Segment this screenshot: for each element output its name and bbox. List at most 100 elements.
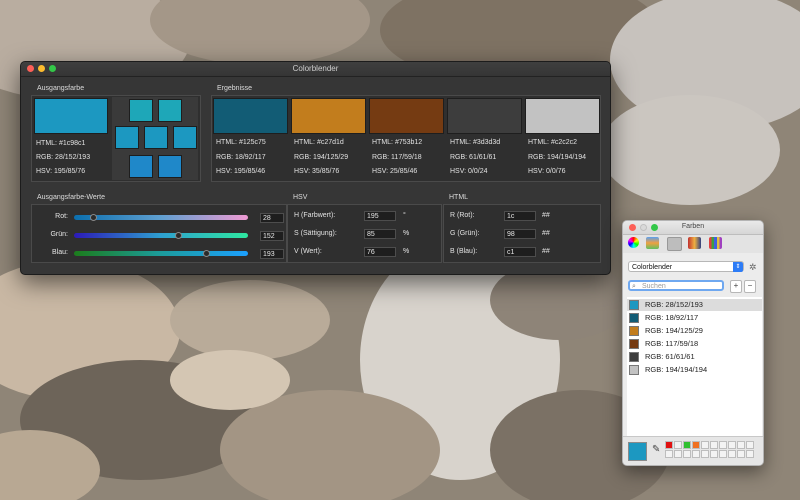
palette-select-value: Colorblender (632, 264, 673, 271)
swatch-well[interactable] (701, 441, 709, 449)
result-hsv: HSV: 35/85/76 (294, 168, 340, 175)
swatch-well[interactable] (710, 441, 718, 449)
color-list-item[interactable]: RGB: 194/194/194 (627, 364, 762, 376)
html-hex-input[interactable]: 1c (504, 211, 536, 221)
color-chip (629, 339, 639, 349)
result-html: HTML: #c2c2c2 (528, 139, 578, 146)
source-html: HTML: #1c98c1 (36, 140, 86, 147)
result-html: HTML: #753b12 (372, 139, 423, 146)
section-values-label: Ausgangsfarbe-Werte (37, 194, 105, 201)
colors-titlebar[interactable]: Farben (623, 221, 763, 235)
color-list-item[interactable]: RGB: 194/125/29 (627, 325, 762, 337)
swatch-well[interactable] (701, 450, 709, 458)
result-html: HTML: #3d3d3d (450, 139, 501, 146)
result-color-swatch[interactable] (447, 98, 522, 134)
html-hex-input[interactable]: c1 (504, 247, 536, 257)
swatch-well[interactable] (746, 441, 754, 449)
swatch-well[interactable] (665, 450, 673, 458)
source-hsv: HSV: 195/85/76 (36, 168, 86, 175)
image-palettes-icon[interactable] (688, 237, 701, 249)
color-chip (629, 326, 639, 336)
result-color-swatch[interactable] (369, 98, 444, 134)
result-hsv: HSV: 25/85/46 (372, 168, 418, 175)
result-color-swatch[interactable] (525, 98, 600, 134)
slider-knob[interactable] (203, 250, 211, 257)
result-rgb: RGB: 117/59/18 (372, 154, 422, 161)
color-sliders-icon[interactable] (646, 237, 659, 249)
color-chip (629, 300, 639, 310)
color-list-item[interactable]: RGB: 18/92/117 (627, 312, 762, 324)
color-list-item[interactable]: RGB: 117/59/18 (627, 338, 762, 350)
color-list: RGB: 28/152/193 RGB: 18/92/117 RGB: 194/12… (627, 297, 762, 437)
variant-swatch[interactable] (158, 99, 182, 122)
chevron-updown-icon: ⇕ (733, 262, 743, 272)
color-list-item[interactable]: RGB: 61/61/61 (627, 351, 762, 363)
swatch-well[interactable] (746, 450, 754, 458)
swatch-well[interactable] (674, 441, 682, 449)
remove-color-button[interactable]: − (744, 280, 756, 293)
swatch-well[interactable] (683, 441, 691, 449)
html-hex-input[interactable]: 98 (504, 229, 536, 239)
slider-knob[interactable] (175, 232, 183, 239)
color-palettes-icon[interactable] (667, 237, 682, 251)
slider-knob[interactable] (90, 214, 98, 221)
hsv-field-label: S (Sättigung): (294, 230, 337, 237)
colors-toolbar (623, 235, 763, 253)
slider-value-field[interactable]: 28 (260, 213, 284, 223)
section-html-label: HTML (449, 194, 469, 201)
slider-value-field[interactable]: 193 (260, 249, 284, 259)
color-list-label: RGB: 18/92/117 (645, 313, 699, 322)
swatch-well[interactable] (710, 450, 718, 458)
color-slider[interactable] (74, 214, 248, 221)
color-slider[interactable] (74, 250, 248, 257)
variant-swatch[interactable] (173, 126, 197, 149)
current-color-well[interactable] (628, 442, 647, 461)
variant-swatch[interactable] (115, 126, 139, 149)
hsv-input[interactable]: 85 (364, 229, 396, 239)
html-field-label: R (Rot): (450, 212, 475, 219)
variant-swatch[interactable] (129, 155, 153, 178)
eyedropper-icon[interactable]: ✎ (652, 444, 660, 455)
source-color-swatch[interactable] (34, 98, 108, 134)
color-wheel-icon[interactable] (628, 237, 639, 248)
window-titlebar[interactable]: Colorblender (21, 62, 610, 77)
result-color-swatch[interactable] (213, 98, 288, 134)
swatch-well[interactable] (737, 450, 745, 458)
swatch-well[interactable] (674, 450, 682, 458)
color-slider[interactable] (74, 232, 248, 239)
color-list-label: RGB: 194/194/194 (645, 365, 708, 374)
html-field-label: G (Grün): (450, 230, 480, 237)
search-input[interactable]: ⌕ Suchen (628, 280, 724, 291)
swatch-well[interactable] (728, 441, 736, 449)
swatch-well[interactable] (719, 450, 727, 458)
search-placeholder: Suchen (642, 283, 666, 290)
swatch-well[interactable] (692, 450, 700, 458)
pencils-icon[interactable] (709, 237, 722, 249)
swatch-well[interactable] (728, 450, 736, 458)
swatch-well[interactable] (692, 441, 700, 449)
variant-swatch[interactable] (144, 126, 168, 149)
color-list-item[interactable]: RGB: 28/152/193 (627, 299, 762, 311)
add-color-button[interactable]: + (730, 280, 742, 293)
result-color-swatch[interactable] (291, 98, 366, 134)
palette-select[interactable]: Colorblender ⇕ (628, 261, 744, 272)
section-hsv-label: HSV (293, 194, 308, 201)
swatch-well[interactable] (665, 441, 673, 449)
slider-value-field[interactable]: 152 (260, 231, 284, 241)
result-html: HTML: #125c75 (216, 139, 266, 146)
variant-swatch[interactable] (158, 155, 182, 178)
hsv-unit: % (403, 230, 410, 237)
variant-swatch[interactable] (129, 99, 153, 122)
gear-icon[interactable]: ✲ (749, 262, 757, 273)
html-hash-label: ## (542, 212, 550, 219)
source-rgb: RGB: 28/152/193 (36, 154, 91, 161)
swatch-well[interactable] (737, 441, 745, 449)
color-chip (629, 365, 639, 375)
color-list-label: RGB: 28/152/193 (645, 300, 703, 309)
swatch-well[interactable] (719, 441, 727, 449)
swatch-well[interactable] (683, 450, 691, 458)
hsv-input[interactable]: 195 (364, 211, 396, 221)
hsv-input[interactable]: 76 (364, 247, 396, 257)
search-icon: ⌕ (632, 283, 636, 290)
slider-label: Blau: (52, 249, 68, 256)
